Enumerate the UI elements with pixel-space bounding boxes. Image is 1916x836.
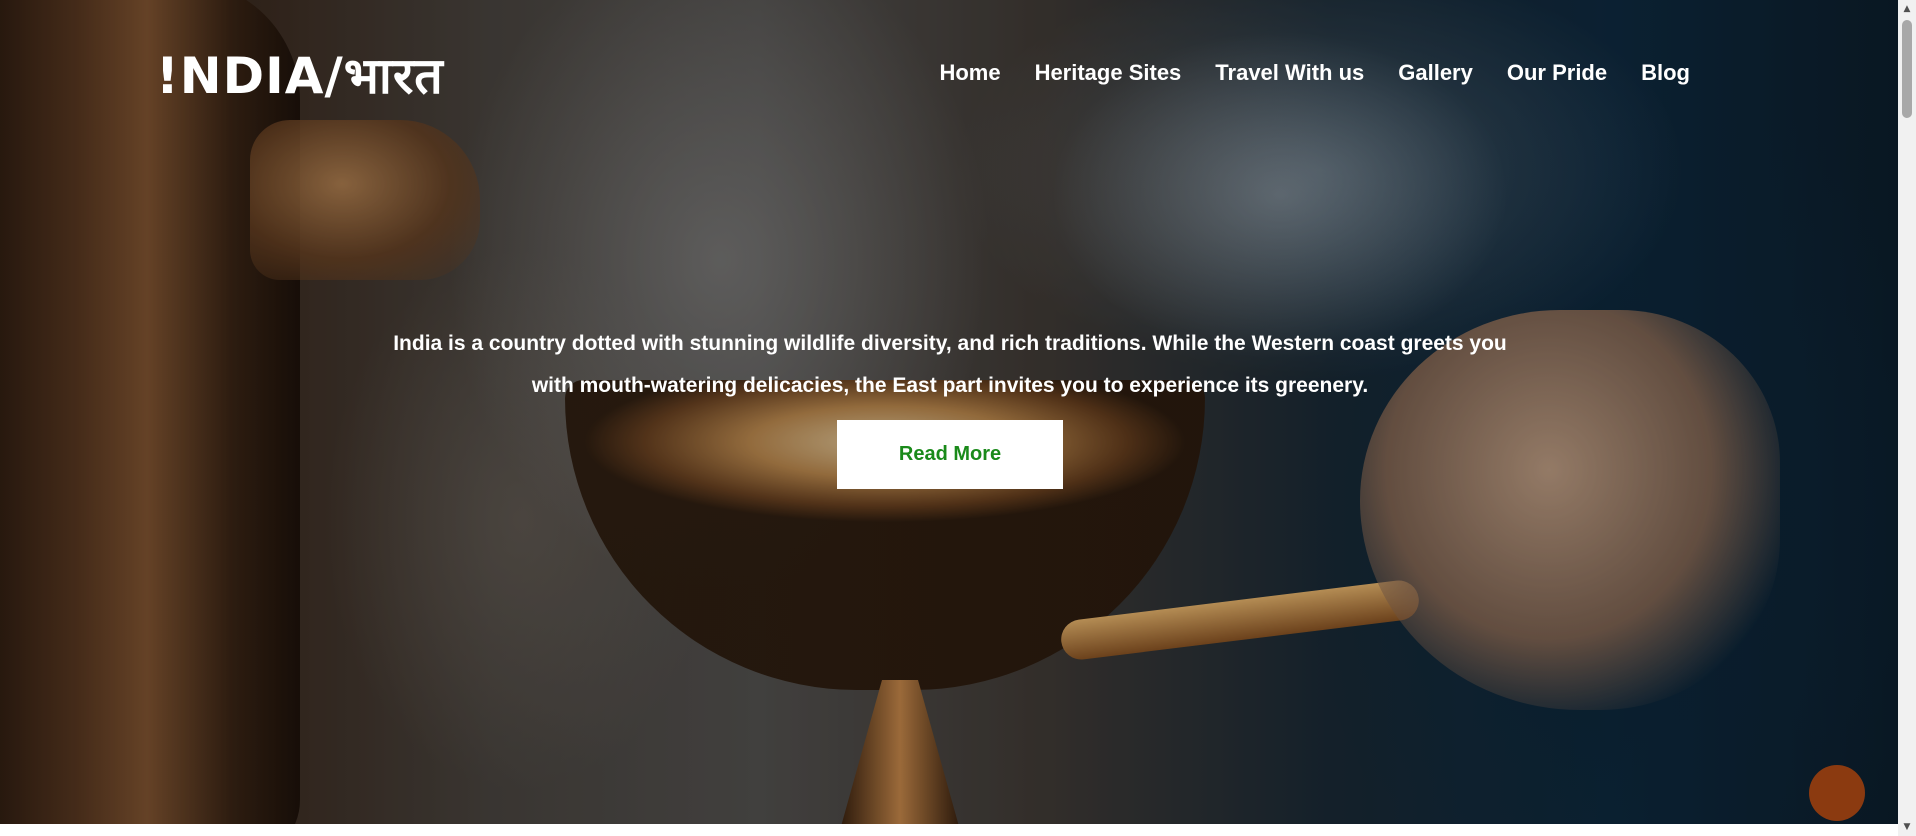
nav-item-our-pride[interactable]: Our Pride bbox=[1507, 58, 1607, 88]
page-viewport: !NDIA/भारत Home Heritage Sites Travel Wi… bbox=[0, 0, 1898, 836]
floating-action-button[interactable] bbox=[1809, 765, 1865, 821]
scrollbar-thumb[interactable] bbox=[1902, 20, 1912, 118]
nav-item-heritage-sites[interactable]: Heritage Sites bbox=[1035, 58, 1182, 88]
nav-item-gallery[interactable]: Gallery bbox=[1398, 58, 1473, 88]
scroll-down-arrow-icon[interactable]: ▼ bbox=[1898, 818, 1916, 836]
hero-section: !NDIA/भारत Home Heritage Sites Travel Wi… bbox=[0, 0, 1898, 824]
hero-tagline: India is a country dotted with stunning … bbox=[393, 332, 1507, 397]
main-nav: Home Heritage Sites Travel With us Galle… bbox=[939, 58, 1690, 88]
read-more-button[interactable]: Read More bbox=[837, 420, 1063, 489]
site-logo[interactable]: !NDIA/भारत bbox=[156, 46, 444, 106]
nav-item-blog[interactable]: Blog bbox=[1641, 58, 1690, 88]
nav-item-travel-with-us[interactable]: Travel With us bbox=[1215, 58, 1364, 88]
nav-item-home[interactable]: Home bbox=[939, 58, 1000, 88]
hero-overlay bbox=[0, 0, 1898, 824]
scroll-up-arrow-icon[interactable]: ▲ bbox=[1898, 0, 1916, 18]
vertical-scrollbar[interactable]: ▲ ▼ bbox=[1898, 0, 1916, 836]
